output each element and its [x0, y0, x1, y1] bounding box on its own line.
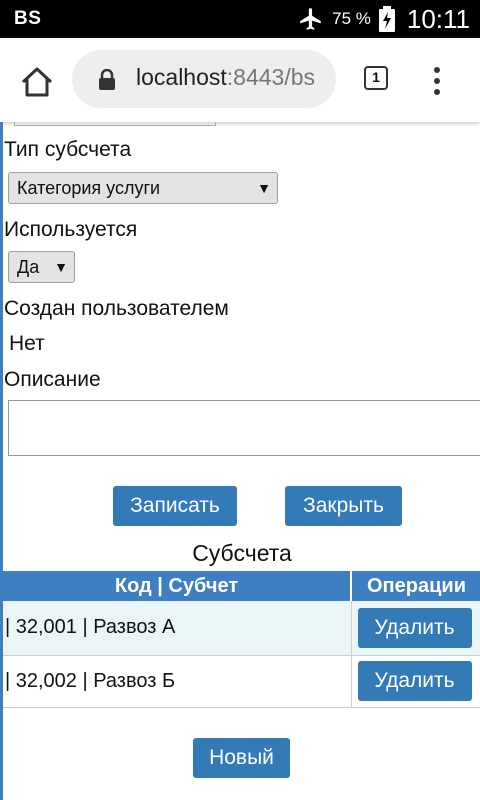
delete-button[interactable]: Удалить	[357, 661, 472, 701]
row-text: | 32,001 | Развоз А	[5, 616, 176, 639]
close-button[interactable]: Закрыть	[285, 486, 402, 526]
used-select[interactable]: Да ▼	[8, 251, 75, 283]
url-path: :8443/bs	[226, 64, 316, 90]
subaccount-type-select[interactable]: Категория услуги ▼	[8, 172, 278, 204]
row-text: | 32,002 | Развоз Б	[5, 669, 176, 692]
status-icons: 75 % 10:11	[298, 0, 470, 38]
subaccount-type-label: Тип субсчета	[4, 138, 132, 161]
subaccounts-table: Код | Субчет Операции | 32,001 | Развоз …	[3, 571, 480, 708]
table-cell: Удалить	[351, 601, 480, 656]
used-label: Используется	[4, 218, 138, 241]
table-cell: Удалить	[351, 655, 480, 708]
browser-toolbar: localhost:8443/bs 1	[0, 38, 480, 122]
url-host: localhost	[136, 64, 227, 90]
carrier-label: BS	[14, 8, 42, 29]
tabs-icon[interactable]: 1	[364, 66, 388, 90]
more-vert-icon[interactable]	[432, 66, 442, 96]
home-icon[interactable]	[20, 66, 54, 98]
status-bar: BS 75 % 10:11	[0, 0, 480, 38]
table-row: | 32,002 | Развоз Б Удалить	[3, 655, 480, 708]
table-header-row: Код | Субчет Операции	[3, 571, 480, 601]
created-by-user-value: Нет	[9, 332, 45, 355]
table-row: | 32,001 | Развоз А Удалить	[3, 601, 480, 656]
table-cell: | 32,002 | Развоз Б	[3, 655, 352, 708]
column-header-code: Код | Субчет	[3, 571, 352, 601]
new-button[interactable]: Новый	[193, 738, 290, 778]
table-cell: | 32,001 | Развоз А	[3, 601, 352, 656]
column-header-operations: Операции	[351, 571, 480, 601]
airplane-icon	[298, 6, 324, 32]
clock: 10:11	[406, 3, 470, 34]
used-value: Да	[17, 257, 40, 277]
delete-button[interactable]: Удалить	[357, 607, 472, 648]
description-label: Описание	[4, 368, 101, 391]
page-content: Тип субсчета Категория услуги ▼ Использу…	[0, 122, 480, 800]
save-button[interactable]: Записать	[113, 486, 237, 526]
dropdown-arrow-icon: ▼	[257, 180, 271, 196]
subaccount-type-value: Категория услуги	[17, 178, 161, 198]
dropdown-arrow-icon: ▼	[54, 259, 68, 275]
description-textarea[interactable]	[8, 400, 480, 456]
lock-icon	[98, 68, 116, 96]
url-text: localhost:8443/bs	[136, 64, 315, 91]
scrolled-field-edge	[14, 122, 216, 126]
address-bar[interactable]: localhost:8443/bs	[72, 50, 336, 108]
battery-charging-icon	[378, 6, 395, 32]
subaccounts-title: Субсчета	[192, 540, 292, 566]
tab-count: 1	[372, 69, 380, 85]
created-by-user-label: Создан пользователем	[4, 297, 229, 320]
battery-percent: 75 %	[332, 9, 371, 28]
